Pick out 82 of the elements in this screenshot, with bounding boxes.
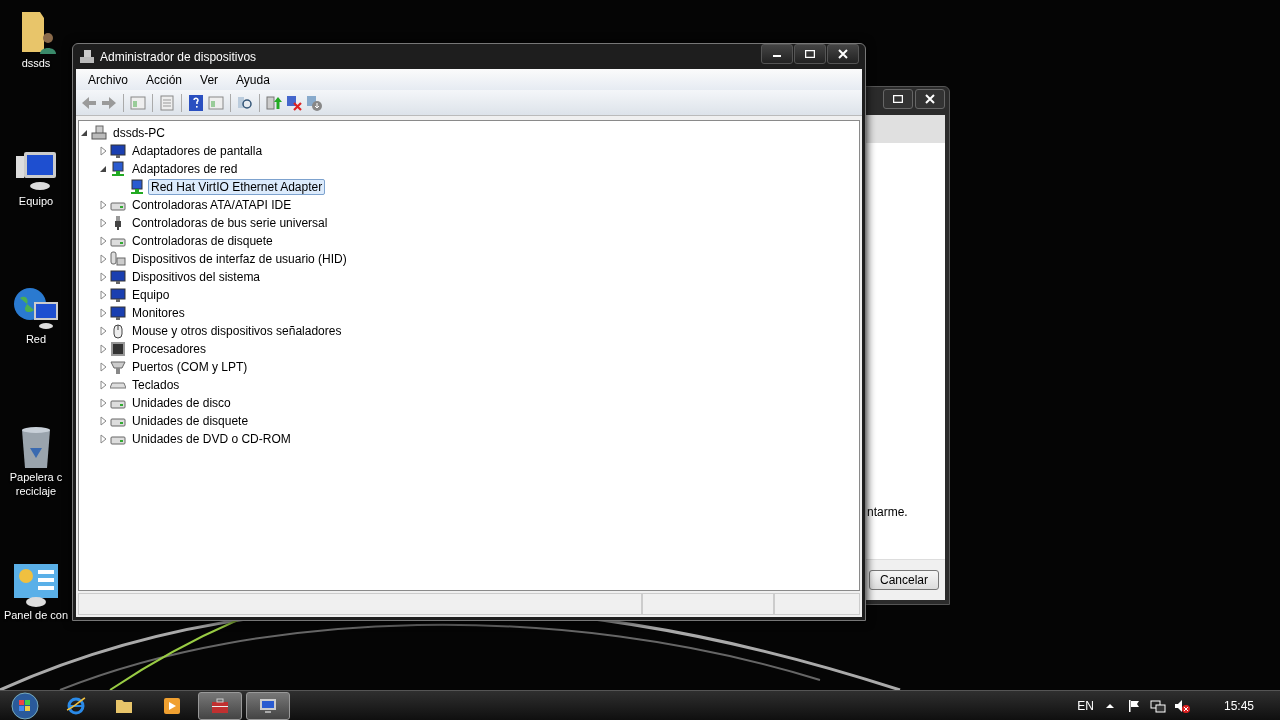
tree-item[interactable]: Mouse y otros dispositivos señaladores [129,323,345,339]
tree-item[interactable]: Puertos (COM y LPT) [129,359,251,375]
expanded-caret-icon[interactable] [98,164,108,174]
minimize-button[interactable] [761,44,793,64]
collapsed-caret-icon[interactable] [98,200,108,210]
collapsed-caret-icon[interactable] [98,272,108,282]
help-icon[interactable] [187,93,205,112]
maximize-button[interactable] [883,89,913,109]
monitor-icon [110,305,126,321]
tree-item[interactable]: Unidades de DVD o CD-ROM [129,431,294,447]
computer-icon [91,125,107,141]
taskbar-button[interactable] [246,692,290,720]
collapsed-caret-icon[interactable] [98,308,108,318]
tree-item[interactable]: Dispositivos de interfaz de usuario (HID) [129,251,350,267]
close-button[interactable] [915,89,945,109]
monitor-icon [110,143,126,159]
monitor-icon [110,287,126,303]
chip-icon [110,341,126,357]
collapsed-caret-icon[interactable] [98,362,108,372]
tree-item[interactable]: Red Hat VirtIO Ethernet Adapter [148,179,326,195]
tree-item[interactable]: Dispositivos del sistema [129,269,264,285]
collapsed-caret-icon[interactable] [98,218,108,228]
tree-item[interactable]: Unidades de disquete [129,413,252,429]
muted-speaker-icon[interactable] [1173,698,1190,714]
tree-item[interactable]: Controladoras de disquete [129,233,276,249]
network-monitor-icon [129,179,145,195]
close-icon [925,94,935,104]
collapsed-caret-icon[interactable] [98,254,108,264]
clock[interactable]: 15:45 [1223,699,1254,713]
monitor-icon [110,269,126,285]
collapsed-caret-icon[interactable] [98,434,108,444]
window-title: Administrador de dispositivos [100,49,258,64]
port-icon [110,359,126,375]
menu-item[interactable]: Ayuda [227,72,279,87]
media-player-icon [162,696,182,716]
tree-item[interactable]: Adaptadores de pantalla [129,143,266,159]
desktop-icon-label: dssds [21,56,51,70]
cancel-button[interactable]: Cancelar [869,570,939,590]
collapsed-caret-icon[interactable] [98,380,108,390]
collapsed-caret-icon[interactable] [98,398,108,408]
menu-item[interactable]: Acción [137,72,192,87]
start-button[interactable] [8,691,42,720]
menu-item[interactable]: Ver [191,72,228,87]
network-monitor-icon [110,161,126,177]
tree-item[interactable]: Procesadores [129,341,210,357]
desktop-icon-label: reciclaje [15,484,57,498]
desktop-icon-label: Equipo [18,194,54,208]
desktop-icon-label: Red [25,332,47,346]
desktop-icon-label: Papelera c [9,470,63,484]
tree-item[interactable]: Monitores [129,305,188,321]
tree-item[interactable]: Controladoras de bus serie universal [129,215,331,231]
expanded-caret-icon[interactable] [79,128,89,138]
network-icon[interactable] [1149,698,1166,714]
menu-item[interactable]: Archivo [79,72,137,87]
tree-item[interactable]: dssds-PC [110,125,168,141]
language-indicator[interactable]: EN [1077,699,1094,713]
close-button[interactable] [827,44,859,64]
collapsed-caret-icon[interactable] [98,344,108,354]
collapsed-caret-icon[interactable] [98,236,108,246]
tree-item[interactable]: Controladoras ATA/ATAPI IDE [129,197,295,213]
maximize-icon [805,50,815,58]
device-icon [110,251,126,267]
collapsed-caret-icon[interactable] [98,290,108,300]
monitor-icon [258,696,278,716]
dialog-text: ntarme. [866,505,909,519]
collapsed-caret-icon[interactable] [98,416,108,426]
update-driver-icon[interactable] [265,93,283,112]
maximize-icon [893,95,903,103]
maximize-button[interactable] [794,44,826,64]
tree-item[interactable]: Adaptadores de red [129,161,241,177]
computer-icon [79,48,95,65]
tree-item[interactable]: Unidades de disco [129,395,234,411]
desktop-icon-label: Panel de con [3,608,69,622]
uninstall-icon[interactable] [285,93,303,112]
browser-icon [66,696,86,716]
tree-item[interactable]: Teclados [129,377,183,393]
toolbox-icon [210,696,230,716]
close-icon [838,49,848,59]
tree-item[interactable]: Equipo [129,287,173,303]
enable-device-icon[interactable] [305,93,323,112]
collapsed-caret-icon[interactable] [98,146,108,156]
collapsed-caret-icon[interactable] [98,326,108,336]
